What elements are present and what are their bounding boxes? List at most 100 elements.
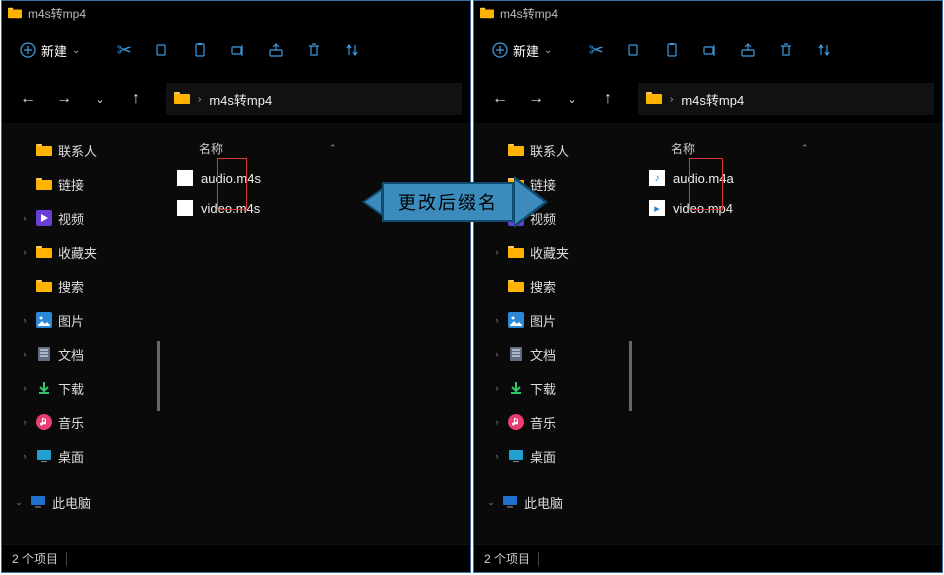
folder-icon	[480, 6, 494, 20]
sidebar-item-this-pc[interactable]: ⌄此电脑	[474, 485, 629, 519]
new-button[interactable]: 新建 ⌄	[484, 37, 560, 64]
rename-icon[interactable]	[222, 34, 254, 66]
sidebar-item-pictures[interactable]: ›图片	[2, 303, 157, 337]
plus-circle-icon	[492, 42, 508, 58]
folder-icon	[36, 142, 52, 158]
address-bar[interactable]: › m4s转mp4	[166, 83, 462, 115]
title-bar: m4s转mp4	[474, 1, 942, 25]
folder-icon	[36, 176, 52, 192]
address-bar[interactable]: › m4s转mp4	[638, 83, 934, 115]
music-icon	[36, 414, 52, 430]
videos-icon	[36, 210, 52, 226]
annotation-text: 更改后缀名	[382, 182, 514, 222]
music-icon	[508, 414, 524, 430]
file-row[interactable]: ♪ audio.m4a	[641, 163, 942, 193]
sidebar-item-pictures[interactable]: ›图片	[474, 303, 629, 337]
new-button[interactable]: 新建 ⌄	[12, 37, 88, 64]
folder-icon	[508, 278, 524, 294]
sidebar-item-contacts[interactable]: 联系人	[2, 133, 157, 167]
file-icon	[177, 170, 193, 186]
file-row[interactable]: ▸ video.mp4	[641, 193, 942, 223]
documents-icon	[508, 346, 524, 362]
nav-bar: ← → ⌄ ↑ › m4s转mp4	[474, 75, 942, 123]
audio-file-icon: ♪	[649, 170, 665, 186]
cut-icon[interactable]: ✂	[580, 34, 612, 66]
plus-circle-icon	[20, 42, 36, 58]
sidebar-item-music[interactable]: ›音乐	[474, 405, 629, 439]
sidebar-item-this-pc[interactable]: ⌄此电脑	[2, 485, 157, 519]
downloads-icon	[508, 380, 524, 396]
toolbar: 新建 ⌄ ✂	[474, 25, 942, 75]
sidebar-item-downloads[interactable]: ›下载	[474, 371, 629, 405]
folder-icon	[646, 90, 662, 109]
sidebar-item-desktop[interactable]: ›桌面	[2, 439, 157, 473]
copy-icon[interactable]	[618, 34, 650, 66]
sidebar-item-searches[interactable]: 搜索	[2, 269, 157, 303]
back-button[interactable]: ←	[10, 81, 46, 117]
sidebar-item-desktop[interactable]: ›桌面	[474, 439, 629, 473]
column-header[interactable]: 名称 ⌃	[641, 133, 942, 163]
share-icon[interactable]	[260, 34, 292, 66]
delete-icon[interactable]	[298, 34, 330, 66]
title-bar: m4s转mp4	[2, 1, 470, 25]
paste-icon[interactable]	[184, 34, 216, 66]
column-header[interactable]: 名称 ⌃	[169, 133, 470, 163]
up-button[interactable]: ↑	[118, 81, 154, 117]
pictures-icon	[36, 312, 52, 328]
sidebar-item-documents[interactable]: ›文档	[474, 337, 629, 371]
chevron-down-icon: ⌄	[544, 45, 552, 56]
sort-indicator-icon: ⌃	[801, 143, 809, 154]
video-file-icon: ▸	[649, 200, 665, 216]
sidebar-item-videos[interactable]: ›视频	[2, 201, 157, 235]
file-icon	[177, 200, 193, 216]
sidebar-item-downloads[interactable]: ›下载	[2, 371, 157, 405]
copy-icon[interactable]	[146, 34, 178, 66]
chevron-right-icon: ›	[670, 94, 673, 105]
file-name: video.mp4	[673, 201, 733, 216]
sidebar-item-contacts[interactable]: 联系人	[474, 133, 629, 167]
sort-indicator-icon: ⌃	[329, 143, 337, 154]
annotation-arrow: 更改后缀名	[362, 178, 548, 226]
file-list: 名称 ⌃ ♪ audio.m4a ▸ video.mp4	[629, 123, 942, 544]
sidebar-item-favorites[interactable]: ›收藏夹	[2, 235, 157, 269]
folder-icon	[508, 244, 524, 260]
window-title: m4s转mp4	[500, 5, 558, 22]
desktop-icon	[508, 448, 524, 464]
sidebar-item-music[interactable]: ›音乐	[2, 405, 157, 439]
desktop-icon	[36, 448, 52, 464]
recent-button[interactable]: ⌄	[554, 81, 590, 117]
cut-icon[interactable]: ✂	[108, 34, 140, 66]
sort-icon[interactable]	[808, 34, 840, 66]
status-bar: 2 个项目	[474, 544, 942, 572]
folder-icon	[36, 278, 52, 294]
sidebar-item-links[interactable]: 链接	[2, 167, 157, 201]
explorer-window-right: m4s转mp4 新建 ⌄ ✂ ← → ⌄ ↑ › m4s转mp4 联系人 链接 …	[473, 0, 943, 573]
up-button[interactable]: ↑	[590, 81, 626, 117]
breadcrumb[interactable]: m4s转mp4	[209, 90, 272, 109]
share-icon[interactable]	[732, 34, 764, 66]
file-name: video.m4s	[201, 201, 260, 216]
chevron-down-icon: ⌄	[72, 45, 80, 56]
pc-icon	[30, 494, 46, 510]
pictures-icon	[508, 312, 524, 328]
sidebar: 联系人 链接 ›视频 ›收藏夹 搜索 ›图片 ›文档 ›下载 ›音乐 ›桌面 ⌄…	[2, 123, 157, 544]
recent-button[interactable]: ⌄	[82, 81, 118, 117]
folder-icon	[36, 244, 52, 260]
sidebar-item-documents[interactable]: ›文档	[2, 337, 157, 371]
chevron-right-icon: ›	[198, 94, 201, 105]
back-button[interactable]: ←	[482, 81, 518, 117]
breadcrumb[interactable]: m4s转mp4	[681, 90, 744, 109]
sidebar-item-searches[interactable]: 搜索	[474, 269, 629, 303]
forward-button[interactable]: →	[46, 81, 82, 117]
folder-icon	[174, 90, 190, 109]
paste-icon[interactable]	[656, 34, 688, 66]
delete-icon[interactable]	[770, 34, 802, 66]
rename-icon[interactable]	[694, 34, 726, 66]
nav-bar: ← → ⌄ ↑ › m4s转mp4	[2, 75, 470, 123]
explorer-window-left: m4s转mp4 新建 ⌄ ✂ ← → ⌄ ↑ › m4s转mp4 联系人 链接 …	[1, 0, 471, 573]
sort-icon[interactable]	[336, 34, 368, 66]
downloads-icon	[36, 380, 52, 396]
forward-button[interactable]: →	[518, 81, 554, 117]
toolbar: 新建 ⌄ ✂	[2, 25, 470, 75]
sidebar-item-favorites[interactable]: ›收藏夹	[474, 235, 629, 269]
